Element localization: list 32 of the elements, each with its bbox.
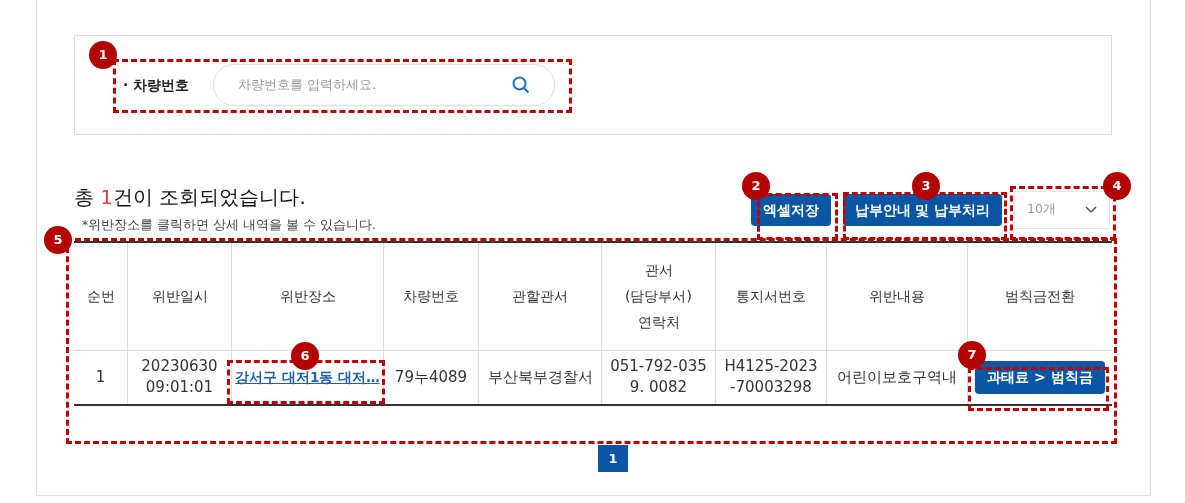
column-header: 통지서번호 xyxy=(736,287,806,307)
column-header: 순번 xyxy=(86,287,115,307)
table-cell: 79누4089 xyxy=(394,366,468,388)
column-header: 관할관서 xyxy=(512,287,568,307)
result-count: 총 1건이 조회되었습니다. xyxy=(74,184,307,211)
annotation-marker: 7 xyxy=(958,341,986,369)
annotation-marker: 4 xyxy=(1103,172,1131,200)
annotation-marker: 3 xyxy=(912,172,940,200)
search-input[interactable]: 차량번호를 입력하세요. xyxy=(238,75,479,95)
column-header: 위반일시 xyxy=(151,287,208,307)
field-label: · 차량번호 xyxy=(123,75,190,95)
table-cell: 어린이보호구역내 xyxy=(837,366,957,388)
table-cell: 부산북부경찰서 xyxy=(487,366,593,388)
column-header: 차량번호 xyxy=(403,287,459,307)
page-button[interactable]: 1 xyxy=(598,444,628,472)
help-note: *위반장소를 클릭하면 상세 내역을 볼 수 있습니다. xyxy=(81,216,377,234)
payment-button[interactable]: 납부안내 및 납부처리 xyxy=(842,193,1002,226)
annotation-marker: 1 xyxy=(89,41,117,69)
column-header: 범칙금전환 xyxy=(1005,287,1075,307)
table-cell: 1 xyxy=(95,366,106,388)
convert-button[interactable]: 과태료 > 범칙금 xyxy=(975,360,1105,394)
annotation-marker: 5 xyxy=(44,226,72,254)
annotation-marker: 6 xyxy=(291,342,319,370)
column-header: 관서 (담당부서) 연락처 xyxy=(624,261,693,333)
location-link[interactable]: 강서구 대저1동 대저… xyxy=(235,367,380,388)
excel-button[interactable]: 엑셀저장 xyxy=(750,193,831,226)
column-header: 위반내용 xyxy=(869,287,925,307)
annotation-marker: 2 xyxy=(742,172,770,200)
table-cell: 051-792-035 9. 0082 xyxy=(610,356,707,399)
column-header: 위반장소 xyxy=(279,287,336,307)
table-cell: H4125-2023 -70003298 xyxy=(724,356,818,399)
table-cell: 20230630 09:01:01 xyxy=(141,356,218,399)
